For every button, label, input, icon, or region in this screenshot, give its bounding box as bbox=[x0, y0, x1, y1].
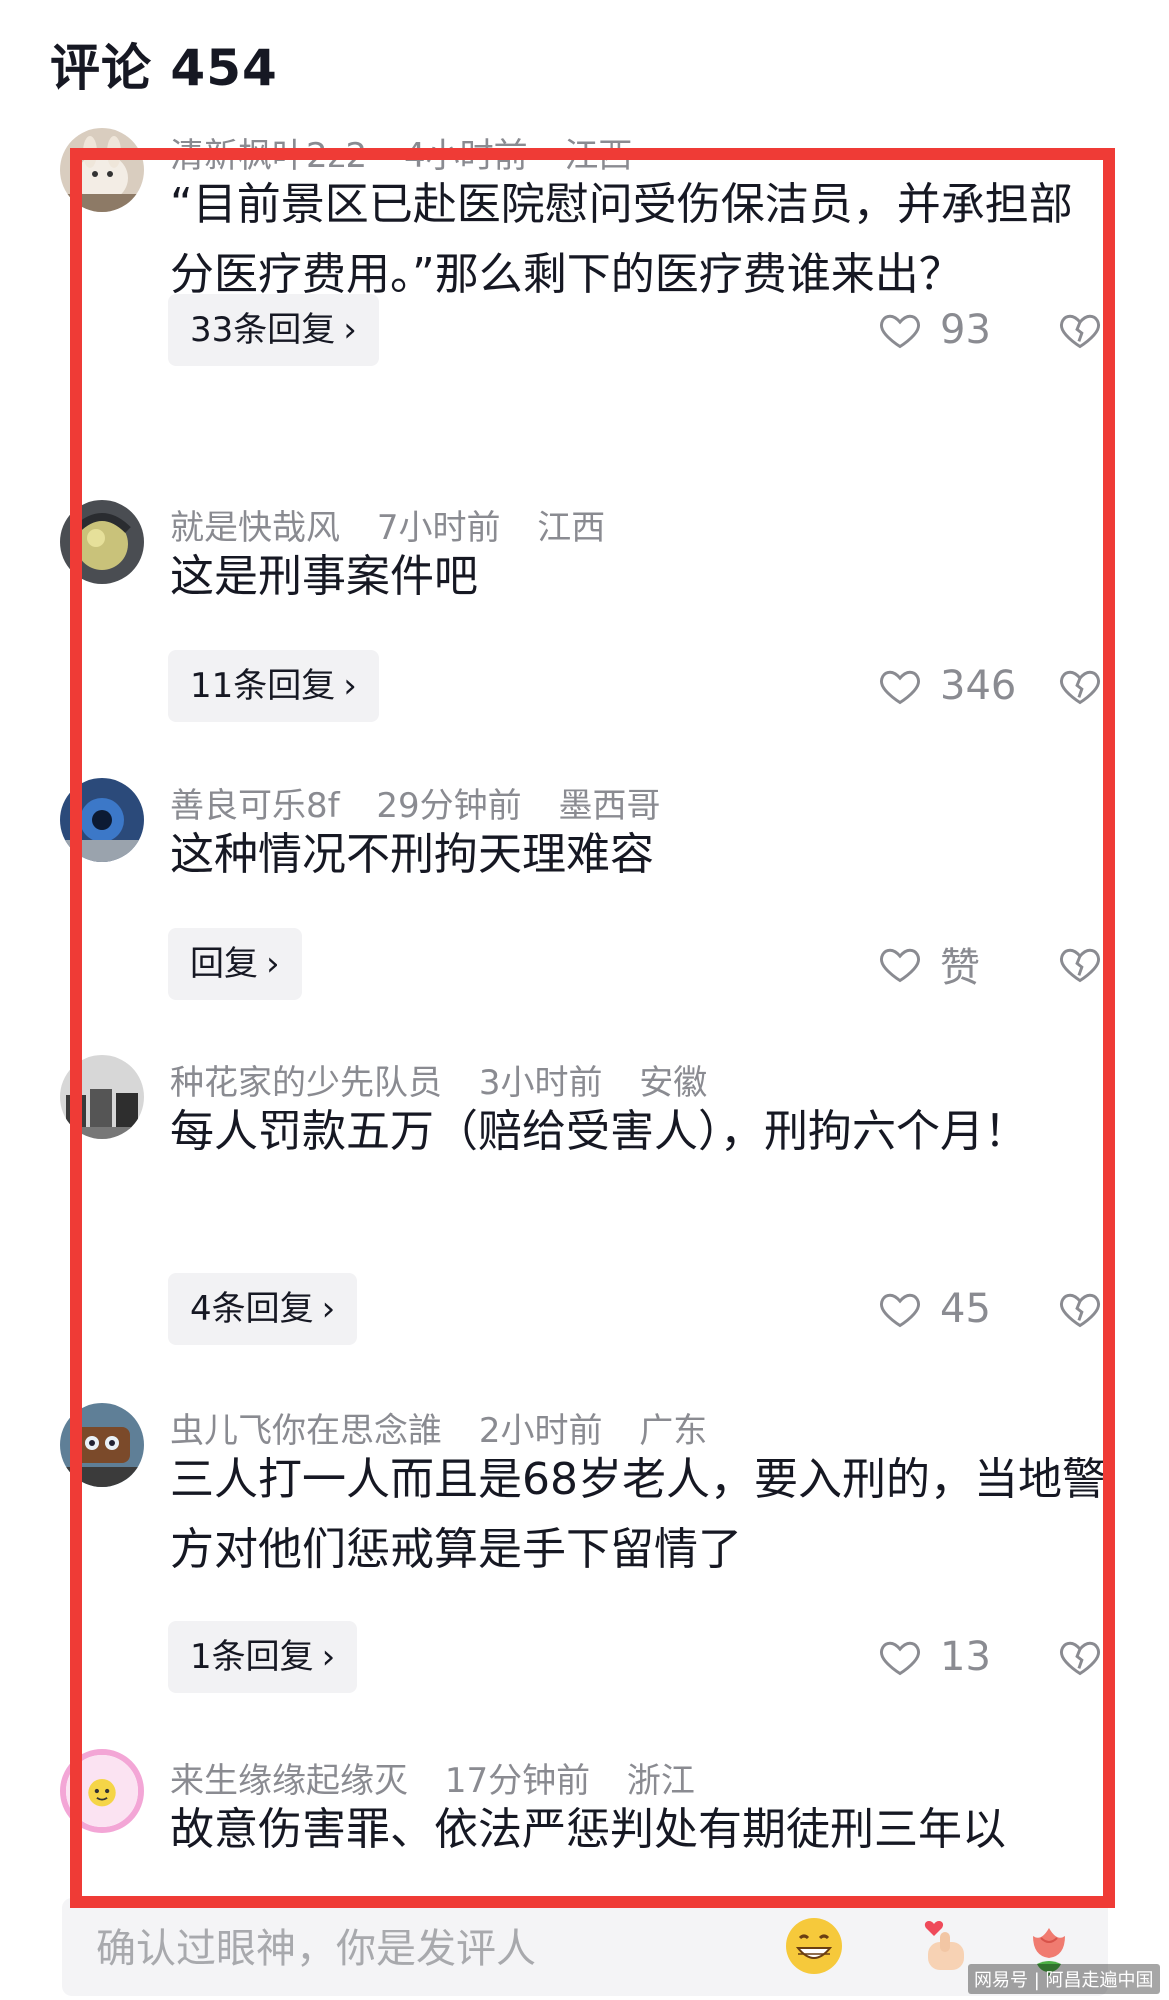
reply-label: 回复 bbox=[190, 944, 258, 984]
avatar[interactable] bbox=[60, 500, 144, 584]
view-replies-button[interactable]: 11条回复 › bbox=[168, 650, 379, 722]
heart-outline-icon bbox=[880, 1641, 920, 1676]
comment-text: 三人打一人而且是68岁老人，要入刑的，当地警方对他们惩戒算是手下留情了 bbox=[170, 1454, 1106, 1575]
chevron-right-icon: › bbox=[321, 1637, 336, 1677]
dislike-button[interactable] bbox=[1058, 664, 1102, 708]
avatar[interactable] bbox=[60, 128, 144, 212]
heart-outline-icon bbox=[880, 1293, 920, 1328]
broken-heart-icon bbox=[1060, 1641, 1100, 1676]
view-replies-button[interactable]: 1条回复 › bbox=[168, 1621, 358, 1693]
comment-list: 清新枫叶2z2 4小时前 江西 “目前景区已赴医院慰问受伤保洁员，并承担部分医疗… bbox=[0, 0, 1169, 1888]
chevron-right-icon: › bbox=[343, 666, 357, 706]
avatar[interactable] bbox=[60, 778, 144, 862]
comment-input-bar[interactable]: 确认过眼神，你是发评人 bbox=[62, 1898, 1108, 1996]
like-button[interactable]: 346 bbox=[878, 656, 1016, 716]
comment-text: 故意伤害罪、依法严惩判处有期徒刑三年以 bbox=[170, 1804, 1006, 1855]
replies-label: 11条回复 bbox=[190, 666, 336, 706]
broken-heart-icon bbox=[1060, 1293, 1100, 1328]
view-replies-button[interactable]: 4条回复 › bbox=[168, 1273, 358, 1345]
like-label: 赞 bbox=[940, 945, 980, 991]
watermark: 网易号 | 阿昌走遍中国 bbox=[968, 1964, 1160, 1994]
comment-text: 这种情况不刑拘天理难容 bbox=[170, 829, 654, 880]
heart-outline-icon bbox=[880, 670, 920, 705]
broken-heart-icon bbox=[1060, 948, 1100, 983]
reply-button[interactable]: 回复 › bbox=[168, 928, 302, 1000]
chevron-right-icon: › bbox=[321, 1289, 336, 1329]
grin-emoji-icon[interactable] bbox=[782, 1914, 846, 1978]
like-count: 45 bbox=[940, 1286, 991, 1332]
heart-outline-icon bbox=[880, 948, 920, 983]
like-count: 13 bbox=[940, 1634, 991, 1680]
like-button[interactable]: 45 bbox=[878, 1279, 991, 1339]
comment-input-placeholder: 确认过眼神，你是发评人 bbox=[96, 1926, 536, 1972]
like-count: 346 bbox=[940, 663, 1017, 709]
heart-outline-icon bbox=[880, 314, 920, 349]
avatar[interactable] bbox=[60, 1749, 144, 1833]
comment-text: “目前景区已赴医院慰问受伤保洁员，并承担部分医疗费用。”那么剩下的医疗费谁来出？ bbox=[170, 179, 1073, 300]
chevron-right-icon: › bbox=[343, 310, 357, 350]
broken-heart-icon bbox=[1060, 670, 1100, 705]
replies-label: 4条回复 bbox=[190, 1289, 314, 1329]
comment-text: 这是刑事案件吧 bbox=[170, 551, 478, 602]
avatar[interactable] bbox=[60, 1403, 144, 1487]
like-count: 93 bbox=[940, 307, 991, 353]
like-button[interactable]: 13 bbox=[878, 1627, 991, 1687]
comment-text: 每人罚款五万（赔给受害人），刑拘六个月！ bbox=[170, 1106, 1028, 1157]
like-button[interactable]: 赞 bbox=[878, 934, 980, 994]
dislike-button[interactable] bbox=[1058, 1635, 1102, 1679]
avatar[interactable] bbox=[60, 1055, 144, 1139]
finger-heart-emoji-icon[interactable] bbox=[912, 1914, 976, 1978]
chevron-right-icon: › bbox=[266, 944, 280, 984]
dislike-button[interactable] bbox=[1058, 308, 1102, 352]
replies-label: 33条回复 bbox=[190, 310, 336, 350]
like-button[interactable]: 93 bbox=[878, 300, 991, 360]
dislike-button[interactable] bbox=[1058, 1287, 1102, 1331]
view-replies-button[interactable]: 33条回复 › bbox=[168, 294, 379, 366]
broken-heart-icon bbox=[1060, 314, 1100, 349]
replies-label: 1条回复 bbox=[190, 1637, 314, 1677]
dislike-button[interactable] bbox=[1058, 942, 1102, 986]
